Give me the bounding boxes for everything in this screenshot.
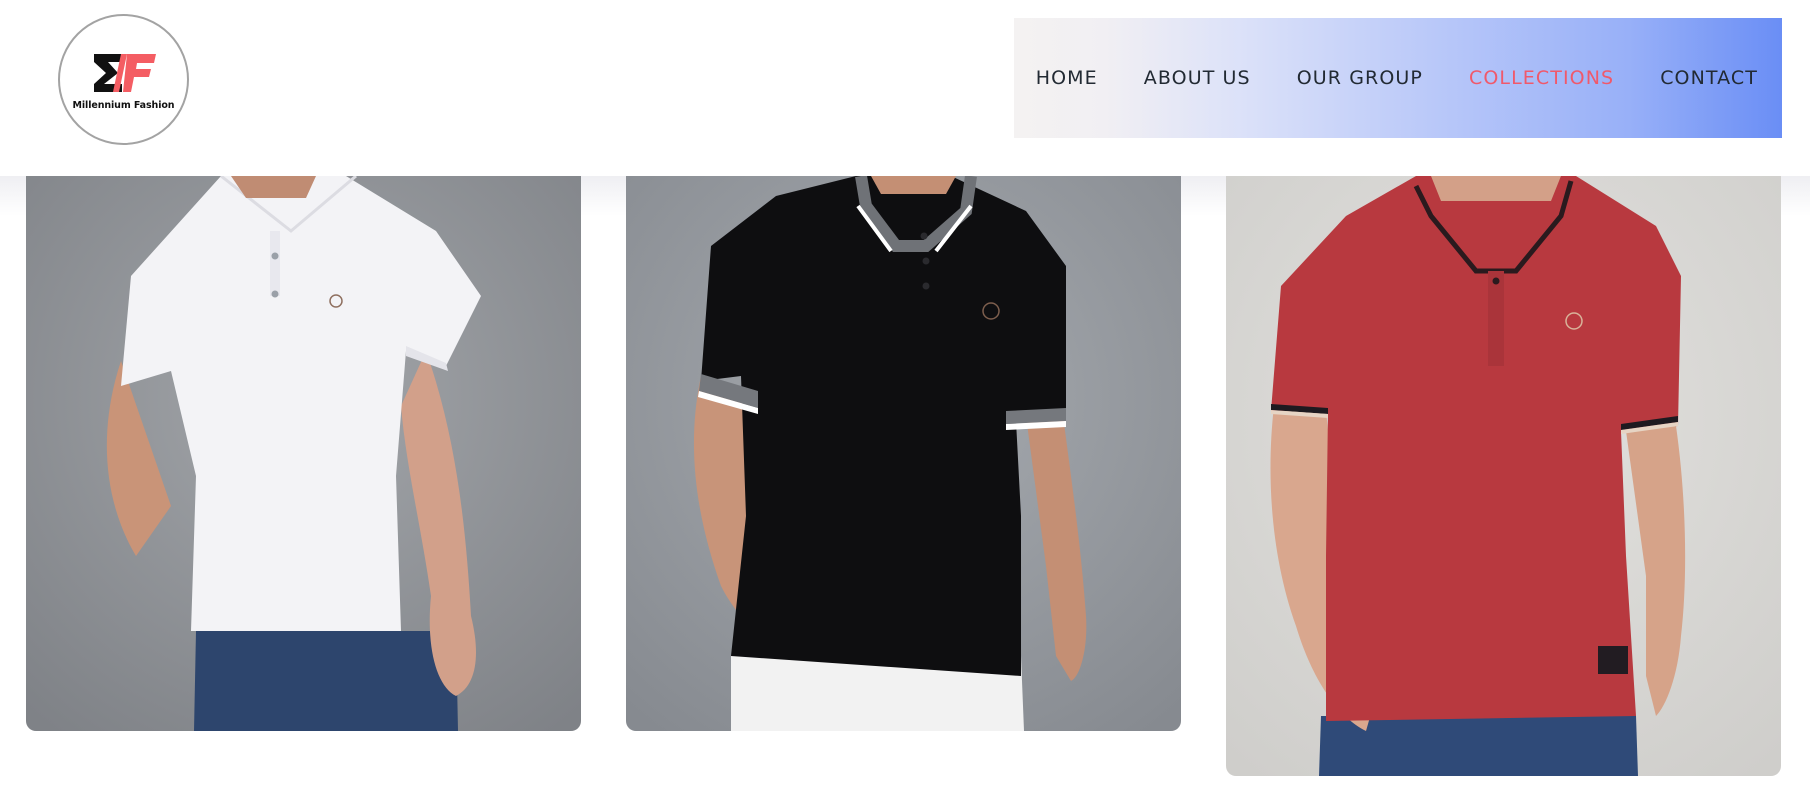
brand-name: Millennium Fashion bbox=[72, 100, 175, 111]
nav-contact[interactable]: CONTACT bbox=[1660, 67, 1758, 89]
red-polo-shirt-photo bbox=[1226, 176, 1781, 776]
product-card-red-polo[interactable] bbox=[1226, 176, 1781, 776]
black-polo-shirt-photo bbox=[626, 176, 1181, 731]
brand-logo[interactable]: Millennium Fashion bbox=[58, 14, 189, 145]
product-card-white-polo[interactable] bbox=[26, 176, 581, 731]
nav-home[interactable]: HOME bbox=[1036, 67, 1098, 89]
mf-monogram-icon bbox=[94, 54, 156, 92]
product-card-black-polo[interactable] bbox=[626, 176, 1181, 731]
main-navigation: HOME ABOUT US OUR GROUP COLLECTIONS CONT… bbox=[1014, 18, 1782, 138]
nav-about-us[interactable]: ABOUT US bbox=[1144, 67, 1251, 89]
nav-collections[interactable]: COLLECTIONS bbox=[1469, 67, 1614, 89]
site-header: Millennium Fashion HOME ABOUT US OUR GRO… bbox=[0, 0, 1810, 176]
nav-our-group[interactable]: OUR GROUP bbox=[1297, 67, 1423, 89]
white-polo-shirt-photo bbox=[26, 176, 581, 731]
